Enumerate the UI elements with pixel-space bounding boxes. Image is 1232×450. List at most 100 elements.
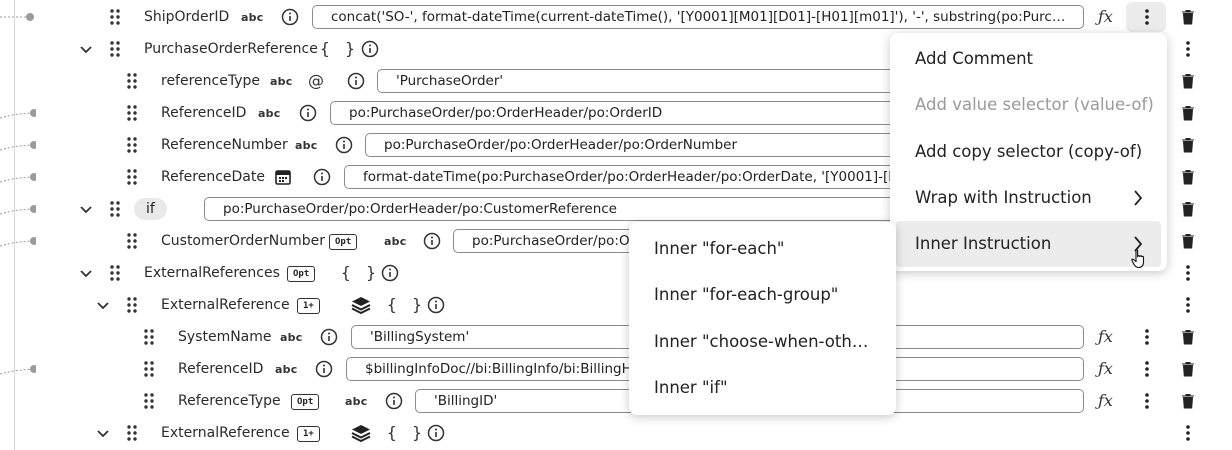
- tree-row-shiporderid: ShipOrderID abc concat('SO-', format-dat…: [0, 1, 1232, 33]
- trash-icon[interactable]: [1181, 233, 1195, 249]
- type-string-icon: abc: [280, 331, 303, 344]
- node-name: ReferenceNumber: [161, 137, 288, 153]
- optional-badge: Opt: [287, 266, 316, 282]
- node-name: ExternalReference: [161, 425, 290, 441]
- layers-icon: [351, 425, 371, 442]
- drag-handle-icon[interactable]: [125, 296, 139, 314]
- more-vertical-icon[interactable]: [1181, 424, 1195, 442]
- submenu-item-if[interactable]: Inner "if": [629, 365, 896, 411]
- info-icon[interactable]: [427, 296, 445, 314]
- expression-field[interactable]: po:PurchaseOrder/po:OrderHeader/po:Order…: [365, 133, 940, 157]
- trash-icon[interactable]: [1181, 393, 1195, 409]
- more-vertical-icon[interactable]: [1140, 392, 1154, 410]
- chevron-down-icon[interactable]: [79, 42, 93, 56]
- drag-handle-icon[interactable]: [125, 424, 139, 442]
- node-name: SystemName: [178, 329, 272, 345]
- more-vertical-icon[interactable]: [1140, 8, 1154, 26]
- tree-row-referenceid-billing: ReferenceID abc $billingInfoDoc//bi:Bill…: [0, 353, 1232, 385]
- mouse-pointer-icon: [1131, 249, 1145, 269]
- drag-handle-icon[interactable]: [142, 360, 156, 378]
- node-name: ExternalReferences: [144, 265, 280, 281]
- info-icon[interactable]: [361, 40, 379, 58]
- chevron-down-icon[interactable]: [96, 298, 110, 312]
- tree-row-referencetype-billing: ReferenceType Opt abc 'BillingID' ƒx: [0, 385, 1232, 417]
- trash-icon[interactable]: [1181, 329, 1195, 345]
- menu-item-add-copy-selector[interactable]: Add copy selector (copy-of): [890, 129, 1167, 175]
- info-icon[interactable]: [299, 104, 317, 122]
- more-vertical-icon[interactable]: [1181, 264, 1195, 282]
- expression-field[interactable]: format-dateTime(po:PurchaseOrder/po:Orde…: [344, 165, 944, 189]
- function-icon[interactable]: ƒx: [1098, 391, 1113, 411]
- function-icon[interactable]: ƒx: [1098, 359, 1113, 379]
- trash-icon[interactable]: [1181, 201, 1195, 217]
- node-name: ReferenceDate: [161, 169, 265, 185]
- info-icon[interactable]: [281, 8, 299, 26]
- object-type-icon: { }: [387, 295, 425, 314]
- menu-item-add-comment[interactable]: Add Comment: [890, 36, 1167, 82]
- node-name: PurchaseOrderReference: [144, 41, 318, 57]
- info-icon[interactable]: [315, 360, 333, 378]
- info-icon[interactable]: [335, 136, 353, 154]
- drag-handle-icon[interactable]: [125, 168, 139, 186]
- drag-handle-icon[interactable]: [108, 40, 122, 58]
- chevron-down-icon[interactable]: [96, 426, 110, 440]
- more-vertical-icon[interactable]: [1181, 296, 1195, 314]
- chevron-down-icon[interactable]: [79, 266, 93, 280]
- more-vertical-icon[interactable]: [1140, 328, 1154, 346]
- drag-handle-icon[interactable]: [108, 8, 122, 26]
- trash-icon[interactable]: [1181, 9, 1195, 25]
- type-string-icon: abc: [384, 235, 407, 248]
- menu-item-label: Inner Instruction: [896, 221, 1161, 267]
- tree-row-externalreference: ExternalReference 1+ { }: [0, 289, 1232, 321]
- more-vertical-icon[interactable]: [1140, 360, 1154, 378]
- info-icon[interactable]: [320, 328, 338, 346]
- trash-icon[interactable]: [1181, 73, 1195, 89]
- expression-field[interactable]: po:PurchaseOrder/po:OrderHeader/po:Order…: [330, 101, 940, 125]
- drag-handle-icon[interactable]: [108, 200, 122, 218]
- trash-icon[interactable]: [1181, 361, 1195, 377]
- info-icon[interactable]: [423, 232, 441, 250]
- menu-item-inner-instruction[interactable]: Inner Instruction: [890, 221, 1167, 267]
- function-icon[interactable]: ƒx: [1098, 7, 1113, 27]
- node-name: ExternalReference: [161, 297, 290, 313]
- attribute-icon: @: [308, 71, 324, 90]
- type-string-icon: abc: [275, 363, 298, 376]
- tree-row-systemname: SystemName abc 'BillingSystem' ƒx: [0, 321, 1232, 353]
- chevron-right-icon: [1134, 190, 1143, 206]
- drag-handle-icon[interactable]: [108, 264, 122, 282]
- drag-handle-icon[interactable]: [142, 328, 156, 346]
- expression-field[interactable]: 'PurchaseOrder': [377, 69, 937, 93]
- object-type-icon: { }: [341, 263, 379, 282]
- instruction-pill[interactable]: if: [134, 198, 167, 220]
- type-string-icon: abc: [345, 395, 368, 408]
- drag-handle-icon[interactable]: [125, 72, 139, 90]
- chevron-down-icon[interactable]: [79, 202, 93, 216]
- info-icon[interactable]: [347, 72, 365, 90]
- menu-item-label: Wrap with Instruction: [915, 188, 1092, 207]
- trash-icon[interactable]: [1181, 137, 1195, 153]
- type-string-icon: abc: [258, 107, 281, 120]
- drag-handle-icon[interactable]: [125, 104, 139, 122]
- layers-icon: [351, 297, 371, 314]
- submenu-item-choose-when-otherwise[interactable]: Inner "choose-when-oth…: [629, 319, 896, 365]
- drag-handle-icon[interactable]: [125, 232, 139, 250]
- type-string-icon: abc: [241, 11, 264, 24]
- expression-field[interactable]: po:PurchaseOrder/po:OrderHeader/po:Custo…: [204, 197, 944, 221]
- drag-handle-icon[interactable]: [125, 136, 139, 154]
- repeat-badge: 1+: [297, 298, 320, 314]
- info-icon[interactable]: [427, 424, 445, 442]
- info-icon[interactable]: [381, 264, 399, 282]
- optional-badge: Opt: [329, 234, 358, 250]
- info-icon[interactable]: [313, 168, 331, 186]
- more-vertical-icon[interactable]: [1181, 40, 1195, 58]
- info-icon[interactable]: [385, 392, 403, 410]
- trash-icon[interactable]: [1181, 105, 1195, 121]
- menu-item-wrap-with-instruction[interactable]: Wrap with Instruction: [890, 175, 1167, 221]
- expression-field[interactable]: concat('SO-', format-dateTime(current-da…: [312, 5, 1084, 29]
- drag-handle-icon[interactable]: [142, 392, 156, 410]
- submenu-item-for-each[interactable]: Inner "for-each": [629, 226, 896, 272]
- function-icon[interactable]: ƒx: [1098, 327, 1113, 347]
- optional-badge: Opt: [291, 394, 320, 410]
- submenu-item-for-each-group[interactable]: Inner "for-each-group": [629, 272, 896, 318]
- trash-icon[interactable]: [1181, 169, 1195, 185]
